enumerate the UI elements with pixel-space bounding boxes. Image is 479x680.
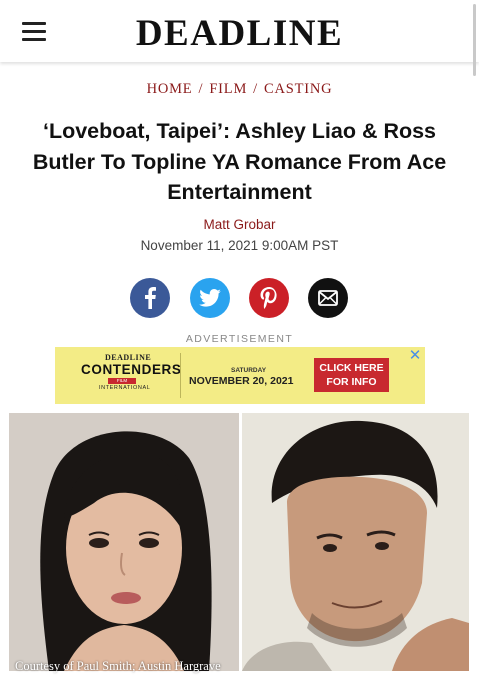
breadcrumb-home[interactable]: HOME [147, 81, 193, 97]
ad-brand-top: DEADLINE [105, 353, 152, 362]
email-icon [318, 290, 338, 306]
pinterest-icon [260, 287, 277, 309]
ad-banner[interactable]: DEADLINE CONTENDERS FILM INTERNATIONAL S… [55, 347, 425, 404]
twitter-share-button[interactable] [190, 278, 230, 318]
close-icon[interactable]: ✕ [406, 348, 424, 364]
ad-cta-button[interactable]: CLICK HERE FOR INFO [314, 358, 389, 392]
article-headline: ‘Loveboat, Taipei’: Ashley Liao & Ross B… [32, 119, 447, 204]
photo-ashley-liao [9, 413, 239, 671]
ad-cta-line2: FOR INFO [326, 376, 377, 388]
breadcrumb-film[interactable]: FILM [209, 81, 247, 97]
twitter-icon [199, 289, 221, 307]
article-date: November 11, 2021 9:00AM PST [140, 238, 339, 253]
ad-brand-film: FILM [108, 378, 136, 384]
breadcrumb-separator: / [198, 81, 204, 97]
ad-brand-international: INTERNATIONAL [99, 385, 151, 391]
site-header: DEADLINE [0, 0, 479, 62]
breadcrumb: HOME / FILM / CASTING [0, 81, 479, 98]
portrait-illustration [242, 413, 469, 671]
photo-ross-butler [242, 413, 469, 671]
facebook-icon [145, 287, 156, 309]
photo-caption: Courtesy of Paul Smith; Austin Hargrave [15, 659, 221, 673]
ad-divider [180, 353, 181, 398]
site-logo[interactable]: DEADLINE [0, 12, 479, 55]
advertisement-label: ADVERTISEMENT [185, 333, 294, 345]
facebook-share-button[interactable] [130, 278, 170, 318]
breadcrumb-separator: / [253, 81, 258, 97]
scrollbar[interactable] [473, 4, 476, 76]
article-author[interactable]: Matt Grobar [0, 217, 479, 232]
ad-cta-line1: CLICK HERE [319, 362, 384, 374]
ad-day: SATURDAY [231, 367, 267, 374]
portrait-illustration [9, 413, 239, 671]
pinterest-share-button[interactable] [249, 278, 289, 318]
ad-date: NOVEMBER 20, 2021 [189, 375, 294, 387]
breadcrumb-casting[interactable]: CASTING [264, 81, 332, 97]
ad-brand-name: CONTENDERS [81, 362, 182, 377]
email-share-button[interactable] [308, 278, 348, 318]
